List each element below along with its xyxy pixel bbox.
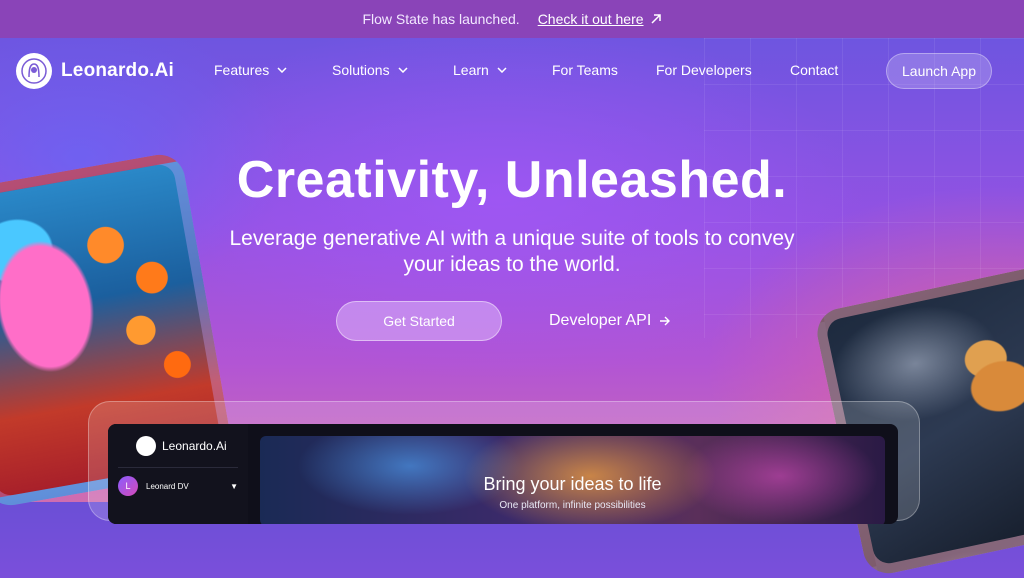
chevron-down-icon <box>398 67 408 73</box>
divider <box>118 467 238 468</box>
app-preview-logo: Leonardo.Ai <box>136 436 227 456</box>
launch-app-label: Launch App <box>902 63 976 79</box>
announcement-text: Flow State has launched. <box>362 11 520 27</box>
arrow-right-icon <box>660 316 671 326</box>
app-preview-banner-title: Bring your ideas to life <box>483 474 662 494</box>
nav-features-label: Features <box>214 62 270 78</box>
get-started-label: Get Started <box>383 313 455 329</box>
nav-for-developers[interactable]: For Developers <box>656 62 752 78</box>
developer-api-label: Developer API <box>549 312 652 329</box>
hero-subline: Leverage generative AI with a unique sui… <box>229 227 795 276</box>
avatar: L <box>118 476 138 496</box>
app-preview-banner: Bring your ideas to life One platform, i… <box>260 436 885 524</box>
app-preview-user-name: Leonard DV <box>146 481 189 491</box>
announcement-link-label: Check it out here <box>537 11 644 27</box>
main-nav: Leonardo.Ai Features Solutions Learn For… <box>0 40 1024 102</box>
brand-logo[interactable]: Leonardo.Ai <box>16 53 174 89</box>
hero-headline: Creativity, Unleashed. <box>236 151 788 209</box>
brand-name: Leonardo.Ai <box>61 60 175 81</box>
nav-learn[interactable]: Learn <box>453 62 507 78</box>
chevron-down-icon <box>277 67 287 73</box>
nav-features[interactable]: Features <box>214 62 287 78</box>
nav-contact[interactable]: Contact <box>790 62 838 78</box>
announcement-link[interactable]: Check it out here <box>538 11 662 27</box>
arrow-up-right-icon <box>651 14 661 24</box>
nav-for-teams[interactable]: For Teams <box>552 62 618 78</box>
get-started-button[interactable]: Get Started <box>336 301 502 341</box>
app-preview: Leonardo.Ai L Leonard DV ▼ Bring your id… <box>108 424 898 524</box>
caret-down-icon: ▼ <box>230 481 238 491</box>
announcement-bar: Flow State has launched. Check it out he… <box>0 0 1024 38</box>
app-preview-user: L Leonard DV ▼ <box>118 476 238 496</box>
chevron-down-icon <box>497 67 507 73</box>
app-preview-sidebar: Leonardo.Ai L Leonard DV ▼ <box>108 424 248 524</box>
nav-for-teams-label: For Teams <box>552 62 618 78</box>
launch-app-button[interactable]: Launch App <box>886 53 992 89</box>
app-preview-brand: Leonardo.Ai <box>162 439 227 453</box>
nav-contact-label: Contact <box>790 62 839 78</box>
nav-for-developers-label: For Developers <box>656 62 752 78</box>
nav-learn-label: Learn <box>453 62 489 78</box>
leonardo-logo-icon <box>136 436 156 456</box>
leonardo-logo-icon <box>16 53 52 89</box>
developer-api-link[interactable]: Developer API <box>549 312 671 330</box>
nav-solutions[interactable]: Solutions <box>332 62 408 78</box>
nav-solutions-label: Solutions <box>332 62 390 78</box>
